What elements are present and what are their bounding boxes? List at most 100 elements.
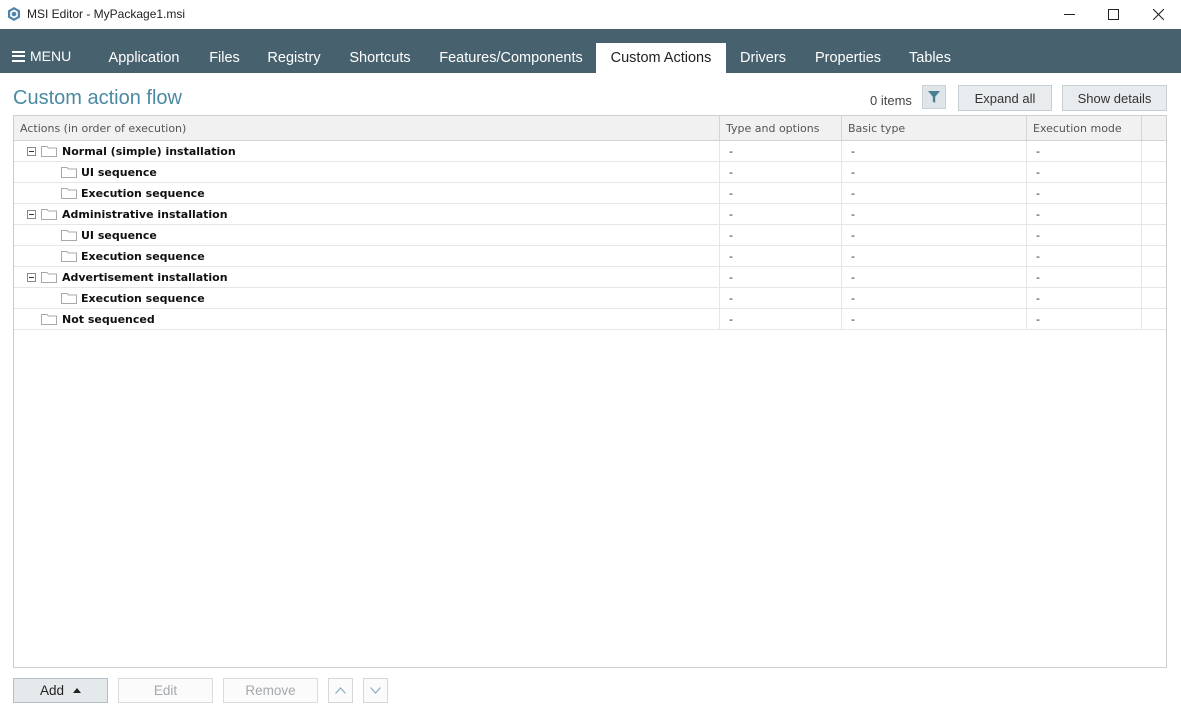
action-name-label: Execution sequence: [81, 291, 205, 305]
caret-up-icon: [73, 688, 82, 693]
execution-mode-cell: -: [1027, 141, 1142, 161]
basic-type-cell: -: [842, 267, 1027, 287]
maximize-icon: [1107, 9, 1119, 20]
tab-shortcuts[interactable]: Shortcuts: [338, 43, 422, 73]
folder-icon: [61, 293, 77, 304]
table-row[interactable]: Administrative installation - - -: [14, 204, 1166, 225]
type-options-cell: -: [720, 288, 842, 308]
type-options-cell: -: [720, 309, 842, 329]
add-button-label: Add: [39, 683, 65, 698]
basic-type-cell: -: [842, 225, 1027, 245]
add-button[interactable]: Add: [13, 678, 108, 703]
basic-type-cell: -: [842, 204, 1027, 224]
table-row[interactable]: Normal (simple) installation - - -: [14, 141, 1166, 162]
folder-icon: [61, 230, 77, 241]
basic-type-cell: -: [842, 309, 1027, 329]
action-name-cell: Not sequenced: [14, 309, 720, 329]
execution-mode-cell: -: [1027, 309, 1142, 329]
filter-icon: [928, 91, 940, 103]
execution-mode-cell: -: [1027, 225, 1142, 245]
column-header-spacer: [1142, 116, 1166, 141]
column-header-actions[interactable]: Actions (in order of execution): [14, 116, 720, 141]
action-name-cell: Normal (simple) installation: [14, 141, 720, 161]
show-details-button[interactable]: Show details: [1062, 85, 1167, 111]
action-name-label: Not sequenced: [62, 312, 155, 326]
close-button[interactable]: [1135, 0, 1181, 29]
maximize-button[interactable]: [1090, 0, 1136, 29]
type-options-cell: -: [720, 225, 842, 245]
type-options-cell: -: [720, 162, 842, 182]
action-name-cell: Execution sequence: [14, 288, 720, 308]
execution-mode-cell: -: [1027, 267, 1142, 287]
tab-registry[interactable]: Registry: [257, 43, 331, 73]
expand-all-button[interactable]: Expand all: [958, 85, 1052, 111]
basic-type-cell: -: [842, 141, 1027, 161]
table-row[interactable]: Execution sequence - - -: [14, 246, 1166, 267]
tab-properties[interactable]: Properties: [804, 43, 892, 73]
action-name-cell: Advertisement installation: [14, 267, 720, 287]
folder-icon: [41, 209, 57, 220]
table-row[interactable]: UI sequence - - -: [14, 225, 1166, 246]
collapse-toggle-icon[interactable]: [27, 273, 36, 282]
action-name-cell: UI sequence: [14, 225, 720, 245]
filter-button[interactable]: [922, 85, 946, 109]
remove-button[interactable]: Remove: [223, 678, 318, 703]
collapse-toggle-icon[interactable]: [27, 210, 36, 219]
action-name-cell: Execution sequence: [14, 246, 720, 266]
folder-icon: [61, 251, 77, 262]
hamburger-icon: [12, 50, 25, 62]
folder-icon: [41, 272, 57, 283]
basic-type-cell: -: [842, 183, 1027, 203]
action-name-label: Administrative installation: [62, 207, 228, 221]
basic-type-cell: -: [842, 288, 1027, 308]
action-name-label: Execution sequence: [81, 249, 205, 263]
items-count: 0 items: [870, 93, 912, 108]
basic-type-cell: -: [842, 246, 1027, 266]
app-hexagon-icon: [8, 7, 20, 21]
page-title: Custom action flow: [13, 87, 182, 109]
folder-icon: [41, 314, 57, 325]
folder-icon: [61, 188, 77, 199]
chevron-up-icon: [335, 687, 346, 694]
column-header-type-options[interactable]: Type and options: [720, 116, 842, 141]
table-row[interactable]: Advertisement installation - - -: [14, 267, 1166, 288]
move-up-button[interactable]: [328, 678, 353, 703]
menu-button[interactable]: MENU: [12, 48, 71, 64]
action-name-label: UI sequence: [81, 165, 157, 179]
minimize-icon: [1063, 14, 1075, 15]
folder-icon: [61, 167, 77, 178]
column-header-basic-type[interactable]: Basic type: [842, 116, 1027, 141]
tab-application[interactable]: Application: [96, 43, 192, 73]
execution-mode-cell: -: [1027, 162, 1142, 182]
menu-label: MENU: [30, 48, 72, 64]
basic-type-cell: -: [842, 162, 1027, 182]
edit-button[interactable]: Edit: [118, 678, 213, 703]
minimize-button[interactable]: [1046, 0, 1092, 29]
execution-mode-cell: -: [1027, 204, 1142, 224]
action-name-label: Normal (simple) installation: [62, 144, 236, 158]
tab-drivers[interactable]: Drivers: [730, 43, 796, 73]
action-name-label: Execution sequence: [81, 186, 205, 200]
action-name-cell: Administrative installation: [14, 204, 720, 224]
type-options-cell: -: [720, 246, 842, 266]
tab-tables[interactable]: Tables: [898, 43, 962, 73]
execution-mode-cell: -: [1027, 183, 1142, 203]
main-menu-bar: MENU Application Files Registry Shortcut…: [0, 29, 1181, 73]
tab-custom-actions[interactable]: Custom Actions: [596, 43, 726, 73]
column-header-execution-mode[interactable]: Execution mode: [1027, 116, 1142, 141]
action-name-cell: UI sequence: [14, 162, 720, 182]
table-row[interactable]: Not sequenced - - -: [14, 309, 1166, 330]
table-row[interactable]: Execution sequence - - -: [14, 183, 1166, 204]
custom-actions-grid: Actions (in order of execution) Type and…: [13, 115, 1167, 668]
tab-files[interactable]: Files: [198, 43, 251, 73]
type-options-cell: -: [720, 267, 842, 287]
type-options-cell: -: [720, 183, 842, 203]
collapse-toggle-icon[interactable]: [27, 147, 36, 156]
move-down-button[interactable]: [363, 678, 388, 703]
grid-header: Actions (in order of execution) Type and…: [14, 116, 1166, 141]
table-row[interactable]: Execution sequence - - -: [14, 288, 1166, 309]
tab-features-components[interactable]: Features/Components: [429, 43, 593, 73]
close-icon: [1152, 9, 1164, 20]
table-row[interactable]: UI sequence - - -: [14, 162, 1166, 183]
execution-mode-cell: -: [1027, 288, 1142, 308]
